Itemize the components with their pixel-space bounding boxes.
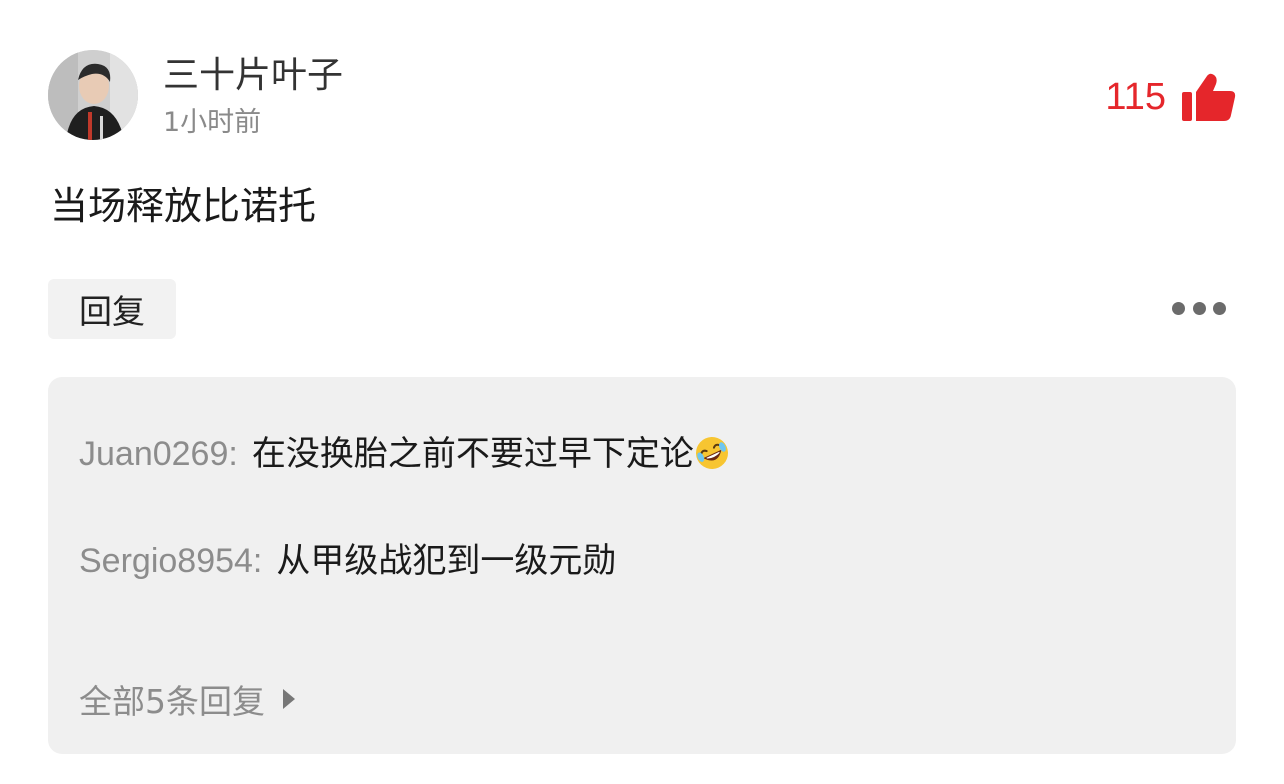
reply-colon: : xyxy=(228,435,238,473)
timestamp: 1小时前 xyxy=(163,107,262,138)
comment-card: 三十片叶子 1小时前 115 当场释放比诺托 回复 Juan0269: 在没换胎之… xyxy=(0,0,1284,784)
reply-text: 在没换胎之前不要过早下定论 xyxy=(251,434,694,474)
dot xyxy=(1172,301,1185,315)
reply-author[interactable]: Juan0269 xyxy=(79,435,228,473)
dot xyxy=(1213,301,1226,315)
comment-text: 当场释放比诺托 xyxy=(50,184,317,228)
dot xyxy=(1192,301,1206,315)
rolling-on-floor-laughing-emoji-icon xyxy=(695,437,728,469)
view-all-replies-link[interactable]: 全部5条回复 xyxy=(79,675,295,723)
like-count: 115 xyxy=(1105,76,1166,118)
chevron-right-icon xyxy=(283,689,295,709)
reply-button[interactable]: 回复 xyxy=(48,279,176,339)
more-dots-icon[interactable] xyxy=(1172,292,1226,324)
reply-author[interactable]: Sergio8954 xyxy=(79,542,253,580)
reply-item[interactable]: Juan0269: 在没换胎之前不要过早下定论 xyxy=(79,431,730,477)
thumbs-up-icon[interactable] xyxy=(1182,73,1236,121)
avatar[interactable] xyxy=(48,50,138,140)
replies-panel: Juan0269: 在没换胎之前不要过早下定论 Sergio8954: 从甲级战犯到… xyxy=(48,377,1236,754)
reply-text: 从甲级战犯到一级元勋 xyxy=(276,541,617,581)
like-button[interactable]: 115 xyxy=(1105,72,1236,122)
username[interactable]: 三十片叶子 xyxy=(163,54,343,98)
reply-colon: : xyxy=(252,542,263,580)
reply-item[interactable]: Sergio8954: 从甲级战犯到一级元勋 xyxy=(79,538,616,584)
view-all-replies-label: 全部5条回复 xyxy=(79,682,265,721)
